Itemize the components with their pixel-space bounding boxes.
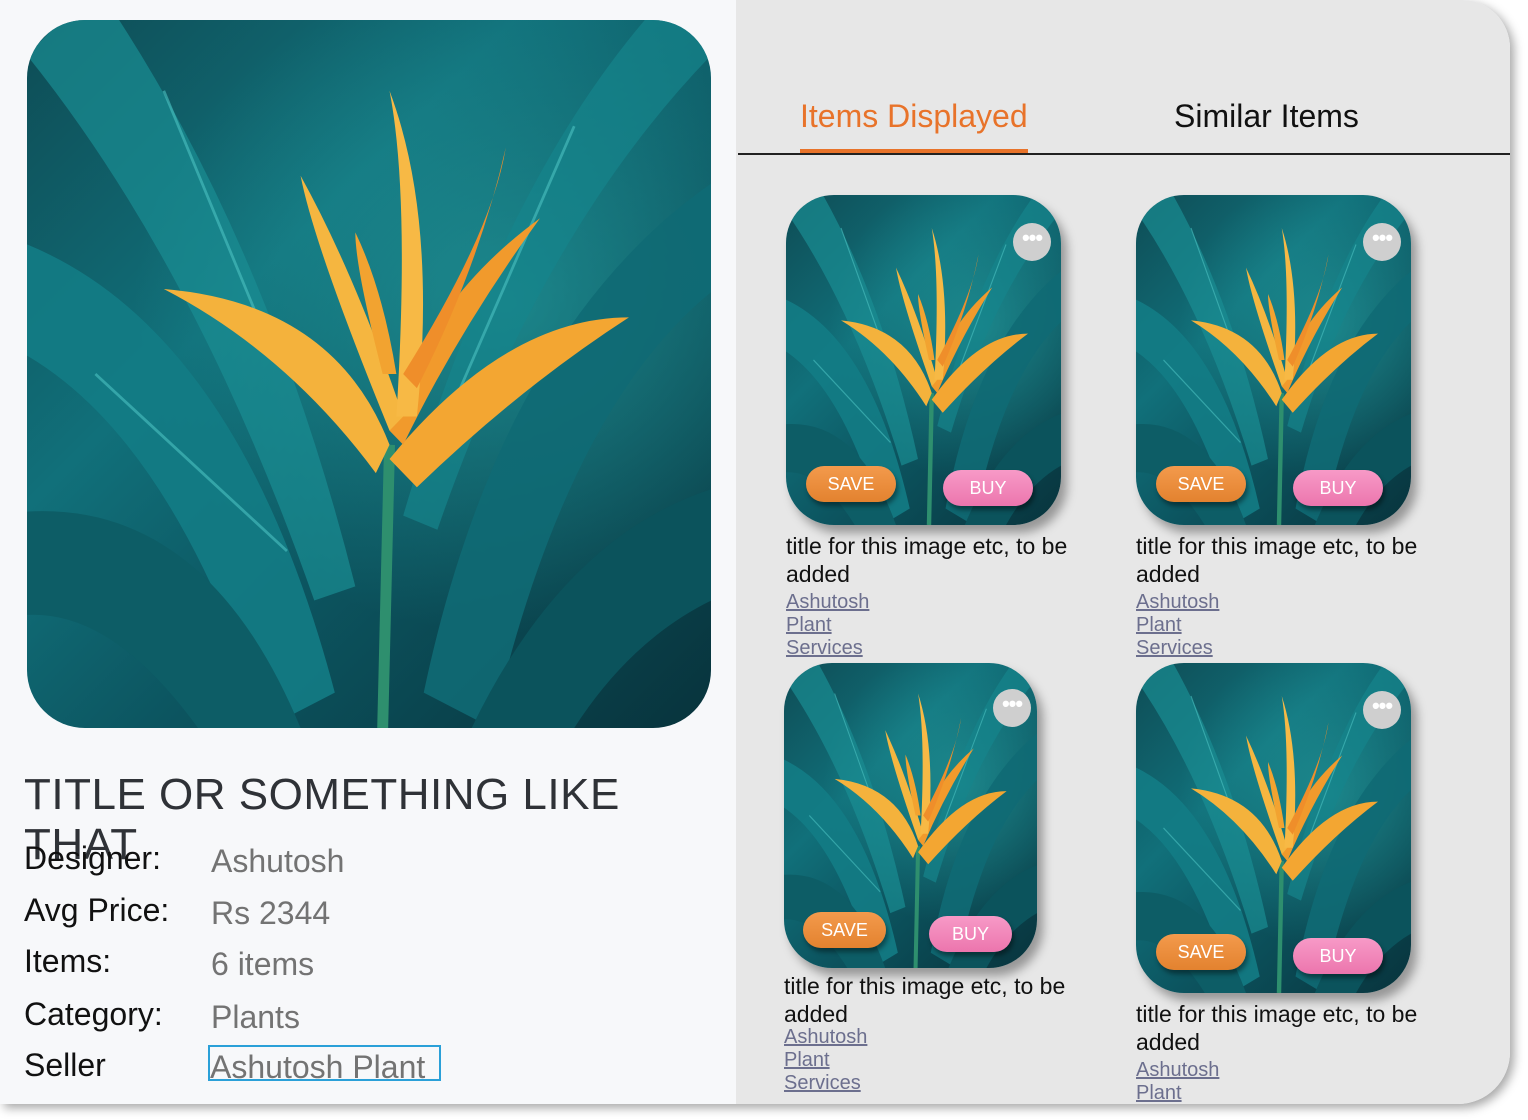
buy-button[interactable]: BUY xyxy=(929,916,1012,952)
save-button[interactable]: SAVE xyxy=(1156,934,1246,970)
buy-button[interactable]: BUY xyxy=(1293,470,1383,506)
item-title: title for this image etc, to be added xyxy=(784,973,1066,1027)
avg-price-label: Avg Price: xyxy=(24,892,170,928)
save-button[interactable]: SAVE xyxy=(803,912,886,948)
more-options-icon[interactable]: ••• xyxy=(993,689,1031,727)
category-value: Plants xyxy=(211,999,300,1035)
item-seller-link[interactable]: Ashutosh Plant Services xyxy=(784,1026,867,1095)
more-options-icon[interactable]: ••• xyxy=(1013,223,1051,261)
category-label: Category: xyxy=(24,996,163,1032)
item-title: title for this image etc, to be added xyxy=(1136,1001,1418,1055)
save-button[interactable]: SAVE xyxy=(1156,466,1246,502)
items-label: Items: xyxy=(24,943,112,979)
tab-divider xyxy=(738,153,1510,155)
seller-label: Seller xyxy=(24,1047,106,1083)
designer-value: Ashutosh xyxy=(211,843,345,879)
buy-button[interactable]: BUY xyxy=(943,470,1033,506)
item-seller-link[interactable]: Ashutosh Plant Services xyxy=(1136,591,1219,660)
item-title: title for this image etc, to be added xyxy=(1136,533,1418,587)
designer-label: Designer: xyxy=(24,840,161,876)
item-seller-link[interactable]: Ashutosh Plant Services xyxy=(786,591,869,660)
tab-items-displayed[interactable]: Items Displayed xyxy=(800,98,1028,154)
save-button[interactable]: SAVE xyxy=(806,466,896,502)
more-options-icon[interactable]: ••• xyxy=(1363,691,1401,729)
items-panel: Items Displayed Similar Items ••• SAVE B… xyxy=(736,0,1510,1104)
product-hero-image[interactable] xyxy=(27,20,711,728)
items-value: 6 items xyxy=(211,946,315,982)
item-seller-link[interactable]: Ashutosh Plant Services xyxy=(1136,1059,1219,1104)
avg-price-value: Rs 2344 xyxy=(211,895,331,931)
buy-button[interactable]: BUY xyxy=(1293,938,1383,974)
seller-link[interactable]: Ashutosh Plant xyxy=(208,1045,442,1081)
seller-value[interactable]: Ashutosh Plant xyxy=(208,1045,442,1081)
plant-illustration xyxy=(27,20,711,728)
more-options-icon[interactable]: ••• xyxy=(1363,223,1401,261)
tab-similar-items[interactable]: Similar Items xyxy=(1174,98,1359,149)
product-detail-panel: TITLE OR SOMETHING LIKE THAT Designer: A… xyxy=(0,0,736,1104)
item-title: title for this image etc, to be added xyxy=(786,533,1068,587)
product-window: TITLE OR SOMETHING LIKE THAT Designer: A… xyxy=(0,0,1510,1104)
